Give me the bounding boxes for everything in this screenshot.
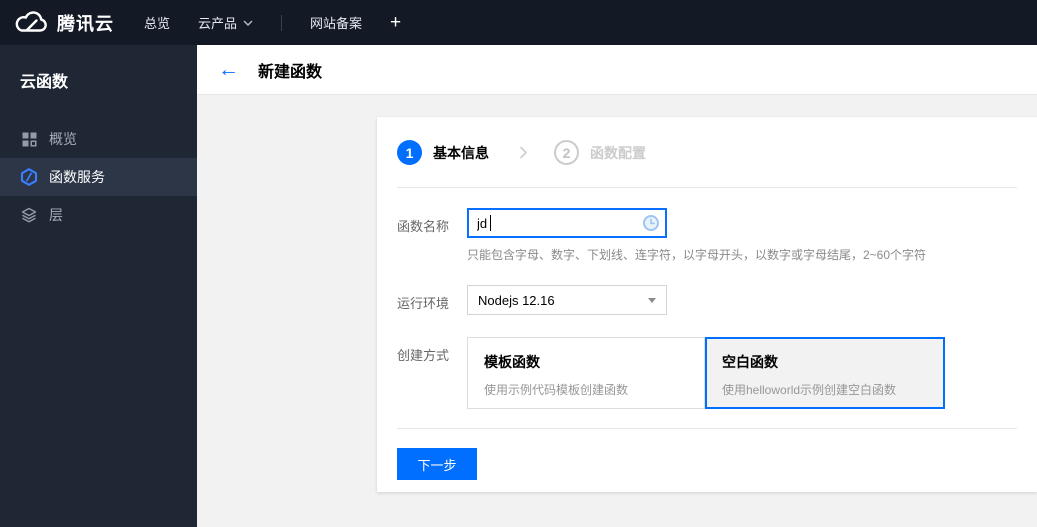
nav-item-cloud-products[interactable]: 云产品 xyxy=(198,13,253,32)
method-option-blank-title: 空白函数 xyxy=(722,354,778,370)
card-footer: 下一步 xyxy=(377,429,1037,499)
method-option-template-desc: 使用示例代码模板创建函数 xyxy=(484,383,629,397)
runtime-label: 运行环境 xyxy=(397,296,450,311)
sidebar-title: 云函数 xyxy=(20,74,69,91)
validating-clock-icon xyxy=(642,214,660,237)
page-header: ← 新建函数 xyxy=(197,45,1037,95)
sidebar-menu: 概览 函数服务 层 xyxy=(0,120,197,234)
method-option-template[interactable]: 模板函数 使用示例代码模板创建函数 xyxy=(467,337,705,409)
nav-separator xyxy=(281,14,283,31)
back-button[interactable]: ← xyxy=(218,59,239,80)
runtime-select-value: Nodejs 12.16 xyxy=(478,292,555,308)
step-1-badge: 1 xyxy=(397,140,422,165)
function-name-input-wrap xyxy=(467,208,667,238)
sidebar-item-overview-label: 概览 xyxy=(49,131,77,147)
sidebar-item-function-service-label: 函数服务 xyxy=(49,169,105,185)
tencent-cloud-logo-icon xyxy=(14,10,48,35)
scf-hexagon-icon xyxy=(20,168,38,186)
method-options: 模板函数 使用示例代码模板创建函数 空白函数 使用helloworld示例创建空… xyxy=(467,337,945,409)
method-option-template-title: 模板函数 xyxy=(484,354,540,370)
method-label: 创建方式 xyxy=(397,348,450,363)
step-chevron-icon xyxy=(519,146,528,159)
function-name-hint: 只能包含字母、数字、下划线、连字符，以字母开头，以数字或字母结尾，2~60个字符 xyxy=(467,248,927,262)
step-1-label: 基本信息 xyxy=(433,144,489,161)
plus-icon: + xyxy=(390,11,402,33)
next-step-button[interactable]: 下一步 xyxy=(397,448,477,480)
method-option-blank[interactable]: 空白函数 使用helloworld示例创建空白函数 xyxy=(705,337,945,409)
grid-icon xyxy=(20,132,38,147)
nav-item-icp-label: 网站备案 xyxy=(310,16,363,31)
basic-info-form: 函数名称 jd 只能包含字母、数字、下划线、连字符，以字母开头，以数字或字母结尾… xyxy=(377,188,1037,409)
layers-icon xyxy=(20,207,38,223)
step-basic-info: 1 基本信息 xyxy=(397,140,489,165)
brand-label: 腾讯云 xyxy=(57,13,114,34)
form-row-function-name: 函数名称 jd 只能包含字母、数字、下划线、连字符，以字母开头，以数字或字母结尾… xyxy=(397,208,1017,263)
sidebar-item-layers[interactable]: 层 xyxy=(0,196,197,234)
page-title: 新建函数 xyxy=(258,63,323,81)
step-2-badge: 2 xyxy=(554,140,579,165)
create-function-card: 1 基本信息 2 函数配置 函数名称 jd 只能包含字母、数字、下划线、连字符，… xyxy=(377,117,1037,492)
select-caret-icon xyxy=(648,297,656,303)
nav-item-cloud-products-label: 云产品 xyxy=(198,16,238,31)
nav-item-icp[interactable]: 网站备案 xyxy=(310,13,362,32)
sidebar: 云函数 概览 函数服务 层 xyxy=(0,45,197,527)
brand[interactable]: 腾讯云 xyxy=(14,10,114,36)
chevron-down-icon xyxy=(243,19,253,26)
sidebar-item-function-service[interactable]: 函数服务 xyxy=(0,158,197,196)
form-row-method: 创建方式 模板函数 使用示例代码模板创建函数 空白函数 使用helloworld… xyxy=(397,337,1017,409)
nav-item-overview-label: 总览 xyxy=(144,16,171,31)
screen: 腾讯云 总览 云产品 网站备案 + 云函数 概览 函数服务 层 ← 新建函数 1… xyxy=(0,0,1037,527)
text-cursor xyxy=(490,215,491,231)
runtime-select[interactable]: Nodejs 12.16 xyxy=(467,285,667,315)
nav-item-overview[interactable]: 总览 xyxy=(144,13,170,32)
function-name-label: 函数名称 xyxy=(397,219,450,234)
content-area: 1 基本信息 2 函数配置 函数名称 jd 只能包含字母、数字、下划线、连字符，… xyxy=(197,95,1037,527)
sidebar-item-overview[interactable]: 概览 xyxy=(0,120,197,158)
sidebar-item-layers-label: 层 xyxy=(49,207,63,223)
form-row-runtime: 运行环境 Nodejs 12.16 xyxy=(397,285,1017,315)
method-option-blank-desc: 使用helloworld示例创建空白函数 xyxy=(722,383,897,397)
add-tab-button[interactable]: + xyxy=(390,12,401,34)
step-2-label: 函数配置 xyxy=(590,144,646,161)
function-name-input[interactable] xyxy=(467,208,667,238)
top-navbar: 腾讯云 总览 云产品 网站备案 + xyxy=(0,0,1037,45)
main-area: ← 新建函数 1 基本信息 2 函数配置 函数名称 jd 只能包含字母、数字、下… xyxy=(197,45,1037,527)
step-function-config: 2 函数配置 xyxy=(554,140,646,165)
wizard-steps: 1 基本信息 2 函数配置 xyxy=(397,117,1017,188)
